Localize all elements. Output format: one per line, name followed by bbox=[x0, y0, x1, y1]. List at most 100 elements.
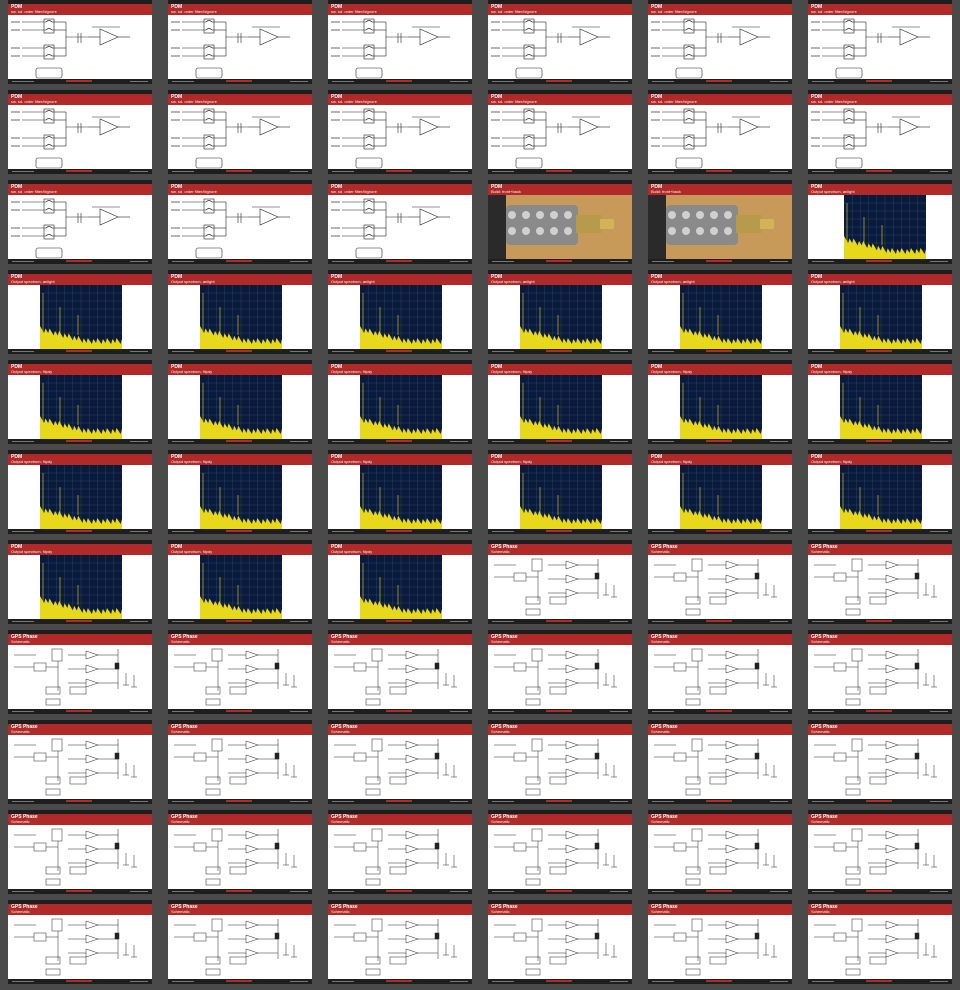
slide-thumbnail[interactable]: PDM Output spectrum, flipdy bbox=[168, 540, 312, 624]
slide-thumbnail[interactable]: PDM Output spectrum, flipdy bbox=[8, 360, 152, 444]
slide-thumbnail[interactable]: GPS Phase Schematic bbox=[808, 630, 952, 714]
slide-thumbnail[interactable]: GPS Phase Schematic bbox=[168, 630, 312, 714]
component-blob bbox=[710, 211, 718, 219]
slide-thumbnail[interactable]: GPS Phase Schematic bbox=[648, 630, 792, 714]
slide-thumbnail[interactable]: GPS Phase Schematic bbox=[488, 630, 632, 714]
slide-footer bbox=[168, 709, 312, 714]
resistor-symbol bbox=[45, 136, 53, 139]
slide-thumbnail[interactable]: PDM sw. sd. order filter/bignore bbox=[808, 90, 952, 174]
slide-thumbnail[interactable]: PDM sw. sd. order filter/bignore bbox=[8, 0, 152, 84]
slide-thumbnail[interactable]: PDM Output spectrum, flipdy bbox=[328, 360, 472, 444]
slide-thumbnail[interactable]: PDM sw. sd. order filter/bignore bbox=[328, 90, 472, 174]
slide-thumbnail[interactable]: PDM Output spectrum, anlight bbox=[648, 270, 792, 354]
footer-mark bbox=[652, 621, 674, 622]
amplifier-symbol bbox=[565, 588, 579, 598]
slide-thumbnail[interactable]: GPS Phase Schematic bbox=[808, 900, 952, 984]
slide-thumbnail[interactable]: PDM Output spectrum, flipdy bbox=[648, 450, 792, 534]
slide-thumbnail[interactable]: GPS Phase Schematic bbox=[8, 630, 152, 714]
slide-thumbnail[interactable]: PDM Output spectrum, anlight bbox=[808, 180, 952, 264]
slide-thumbnail[interactable]: GPS Phase Schematic bbox=[808, 810, 952, 894]
slide-thumbnail[interactable]: GPS Phase Schematic bbox=[8, 720, 152, 804]
slide-thumbnail[interactable]: GPS Phase Schematic bbox=[648, 900, 792, 984]
slide-thumbnail[interactable]: PDM Output spectrum, flipdy bbox=[168, 360, 312, 444]
slide-thumbnail[interactable]: PDM Output spectrum, anlight bbox=[8, 270, 152, 354]
footer-mark bbox=[332, 981, 354, 982]
slide-thumbnail[interactable]: PDM sw. sd. order filter/bignore bbox=[648, 0, 792, 84]
slide-thumbnail[interactable]: GPS Phase Schematic bbox=[8, 810, 152, 894]
slide-body bbox=[648, 735, 792, 799]
slide-figure bbox=[11, 108, 130, 169]
slide-thumbnail[interactable]: PDM sw. sd. order filter/bignore bbox=[648, 90, 792, 174]
mixer-box bbox=[211, 648, 223, 662]
slide-thumbnail[interactable]: PDM sw. sd. order filter/bignore bbox=[488, 0, 632, 84]
slide-thumbnail[interactable]: GPS Phase Schematic bbox=[808, 720, 952, 804]
slide-thumbnail[interactable]: GPS Phase Schematic bbox=[328, 900, 472, 984]
slide-thumbnail[interactable]: PDM sw. sd. order filter/bignore bbox=[168, 0, 312, 84]
slide-header: GPS Phase Schematic bbox=[488, 544, 632, 555]
slide-thumbnail[interactable]: GPS Phase Schematic bbox=[168, 900, 312, 984]
slide-thumbnail[interactable]: PDM Output spectrum, flipdy bbox=[8, 450, 152, 534]
slide-thumbnail[interactable]: GPS Phase Schematic bbox=[168, 720, 312, 804]
slide-thumbnail[interactable]: GPS Phase Schematic bbox=[328, 810, 472, 894]
slide-thumbnail[interactable]: PDM sw. sd. order filter/bignore bbox=[8, 90, 152, 174]
summing-box bbox=[43, 18, 55, 34]
slide-thumbnail[interactable]: GPS Phase Schematic bbox=[8, 900, 152, 984]
slide-thumbnail[interactable]: PDM Build: front+back bbox=[648, 180, 792, 264]
slide-thumbnail[interactable]: GPS Phase Schematic bbox=[168, 810, 312, 894]
slide-thumbnail[interactable]: PDM sw. sd. order filter/bignore bbox=[328, 0, 472, 84]
slide-thumbnail[interactable]: GPS Phase Schematic bbox=[648, 540, 792, 624]
block-box bbox=[869, 686, 887, 695]
slide-thumbnail[interactable]: PDM sw. sd. order filter/bignore bbox=[168, 90, 312, 174]
slide-thumbnail[interactable]: PDM sw. sd. order filter/bignore bbox=[8, 180, 152, 264]
slide-thumbnail[interactable]: PDM Output spectrum, flipdy bbox=[808, 450, 952, 534]
summing-box bbox=[43, 224, 55, 240]
footer-mark bbox=[492, 261, 514, 262]
slide-thumbnail[interactable]: PDM Output spectrum, anlight bbox=[488, 270, 632, 354]
amplifier-symbol bbox=[725, 678, 739, 688]
slide-thumbnail[interactable]: PDM sw. sd. order filter/bignore bbox=[808, 0, 952, 84]
block-box bbox=[845, 608, 861, 616]
slide-thumbnail[interactable]: PDM Output spectrum, anlight bbox=[168, 270, 312, 354]
slide-thumbnail[interactable]: GPS Phase Schematic bbox=[328, 630, 472, 714]
slide-thumbnail[interactable]: PDM Output spectrum, anlight bbox=[328, 270, 472, 354]
slide-thumbnail[interactable]: GPS Phase Schematic bbox=[648, 720, 792, 804]
slide-thumbnail[interactable]: PDM Output spectrum, flipdy bbox=[328, 540, 472, 624]
slide-thumbnail[interactable]: GPS Phase Schematic bbox=[488, 540, 632, 624]
resistor-symbol bbox=[45, 118, 53, 121]
slide-thumbnail[interactable]: PDM sw. sd. order filter/bignore bbox=[488, 90, 632, 174]
slide-footer bbox=[168, 349, 312, 354]
slide-thumbnail[interactable]: PDM Output spectrum, flipdy bbox=[488, 450, 632, 534]
slide-thumbnail[interactable]: GPS Phase Schematic bbox=[808, 540, 952, 624]
slide-thumbnail[interactable]: GPS Phase Schematic bbox=[488, 810, 632, 894]
slide-thumbnail[interactable]: PDM Output spectrum, flipdy bbox=[8, 540, 152, 624]
slide-thumbnail[interactable]: GPS Phase Schematic bbox=[488, 900, 632, 984]
slide-footer bbox=[328, 349, 472, 354]
slide-thumbnail[interactable]: PDM Output spectrum, flipdy bbox=[648, 360, 792, 444]
divider-box bbox=[833, 752, 847, 762]
slide-body bbox=[488, 195, 632, 259]
slide-thumbnail[interactable]: PDM sw. sd. order filter/bignore bbox=[168, 180, 312, 264]
slide-thumbnail[interactable]: PDM Output spectrum, flipdy bbox=[808, 360, 952, 444]
slide-thumbnail[interactable]: GPS Phase Schematic bbox=[648, 810, 792, 894]
block-box bbox=[685, 878, 701, 886]
slide-figure bbox=[654, 918, 777, 976]
photo-dark-edge bbox=[648, 195, 666, 259]
slide-footer bbox=[648, 79, 792, 84]
footer-mark bbox=[652, 801, 674, 802]
slide-thumbnail[interactable]: PDM Output spectrum, flipdy bbox=[328, 450, 472, 534]
slide-footer bbox=[808, 439, 952, 444]
slide-thumbnail[interactable]: PDM sw. sd. order filter/bignore bbox=[328, 180, 472, 264]
slide-header: GPS Phase Schematic bbox=[488, 724, 632, 735]
amplifier-symbol bbox=[565, 560, 579, 570]
slide-thumbnail[interactable]: PDM Build: front+back bbox=[488, 180, 632, 264]
slide-thumbnail[interactable]: PDM Output spectrum, flipdy bbox=[168, 450, 312, 534]
opamp-symbol bbox=[579, 118, 599, 136]
slide-header: PDM sw. sd. order filter/bignore bbox=[328, 184, 472, 195]
slide-thumbnail[interactable]: GPS Phase Schematic bbox=[488, 720, 632, 804]
slide-header: PDM sw. sd. order filter/bignore bbox=[168, 184, 312, 195]
slide-body bbox=[168, 195, 312, 259]
slide-thumbnail[interactable]: GPS Phase Schematic bbox=[328, 720, 472, 804]
pdm-schematic bbox=[22, 18, 130, 79]
slide-thumbnail[interactable]: PDM Output spectrum, flipdy bbox=[488, 360, 632, 444]
slide-thumbnail[interactable]: PDM Output spectrum, anlight bbox=[808, 270, 952, 354]
